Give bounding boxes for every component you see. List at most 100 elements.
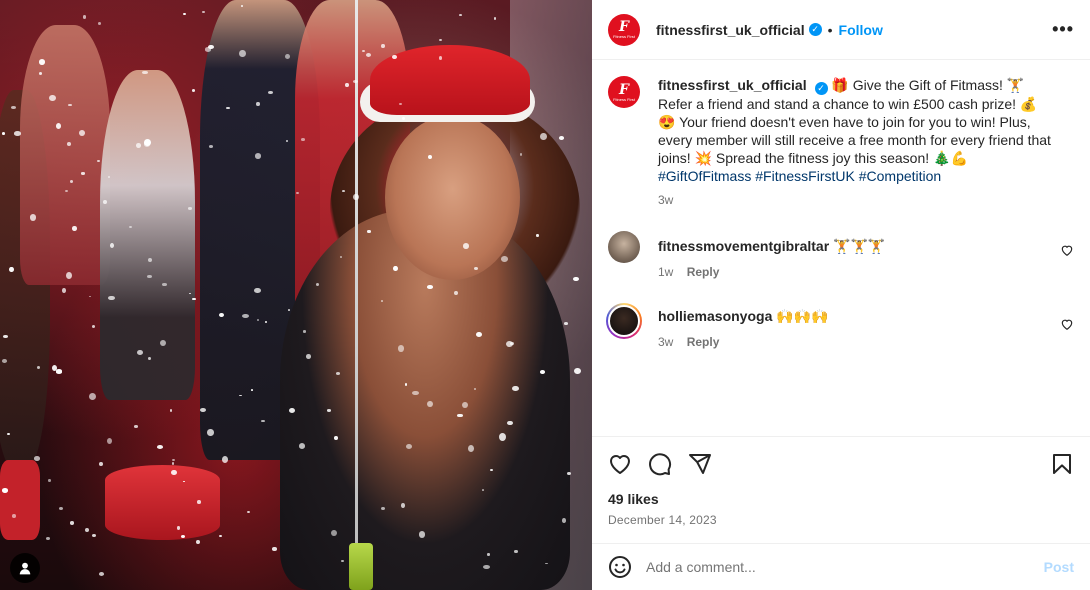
comment-like-heart-icon[interactable] (1060, 243, 1074, 257)
snow-flake (10, 105, 16, 110)
main-person-face (385, 115, 520, 280)
snow-flake (30, 214, 37, 221)
snow-flake (393, 265, 398, 272)
action-icons (608, 437, 1074, 491)
snow-flake (412, 390, 419, 396)
exercise-step (0, 460, 40, 540)
post-date[interactable]: December 14, 2023 (608, 513, 1074, 527)
snow-flake (13, 131, 21, 136)
snow-flake (66, 141, 72, 146)
snow-flake (439, 38, 442, 41)
account-avatar[interactable]: F Fitness First (608, 13, 640, 46)
logo-letter: F (619, 81, 629, 98)
snow-flake (49, 94, 56, 101)
snow-flake (335, 372, 340, 375)
snow-flake (107, 295, 115, 301)
hashtag-link[interactable]: #FitnessFirstUK (755, 168, 855, 184)
snow-flake (46, 537, 50, 541)
snow-flake (254, 153, 261, 159)
snow-flake (33, 455, 41, 462)
user-tag-icon[interactable] (10, 553, 40, 583)
comment-time[interactable]: 1w (658, 265, 673, 279)
comment-body: fitnessmovementgibraltar 🏋️🏋️🏋️ 1w Reply (658, 237, 1058, 281)
snow-flake (288, 407, 296, 414)
follow-button[interactable]: Follow (839, 22, 883, 38)
comment-time[interactable]: 3w (658, 335, 673, 349)
caption-avatar[interactable]: F Fitness First (608, 76, 640, 108)
snow-flake (160, 339, 167, 346)
snow-flake (365, 53, 371, 58)
snow-flake (71, 226, 77, 231)
snow-flake (353, 193, 359, 201)
snow-flake (381, 44, 385, 49)
logo-letter: F (619, 19, 629, 35)
emoji-icon[interactable] (608, 555, 632, 579)
separator-dot: • (827, 21, 833, 38)
snow-flake (36, 365, 41, 370)
snow-flake (493, 16, 497, 20)
snow-flake (272, 546, 277, 551)
snow-flake (171, 458, 176, 462)
snow-flake (254, 287, 261, 293)
snow-flake (97, 159, 100, 162)
snow-flake (221, 456, 229, 464)
snow-flake (564, 321, 569, 325)
comments-section[interactable]: F Fitness First fitnessfirst_uk_official… (592, 60, 1090, 436)
logo-text: Fitness First (613, 34, 635, 39)
snow-flake (48, 479, 51, 483)
comment-item: holliemasonyoga 🙌🙌🙌 3w Reply (606, 302, 1074, 351)
likes-count[interactable]: 49 likes (608, 491, 1074, 507)
snow-flake (69, 180, 73, 184)
hashtag-link[interactable]: #Competition (859, 168, 942, 184)
snow-flake (169, 408, 173, 412)
header-username[interactable]: fitnessfirst_uk_official (656, 22, 805, 38)
snow-flake (361, 50, 365, 52)
snow-flake (473, 266, 478, 271)
background-person (20, 25, 110, 285)
snow-flake (427, 400, 433, 407)
snow-flake (84, 527, 90, 533)
comment-text: 🏋️🏋️🏋️ (833, 237, 886, 254)
snow-flake (398, 345, 405, 352)
snow-flake (427, 154, 432, 159)
share-icon[interactable] (688, 452, 712, 476)
comment-icon[interactable] (648, 452, 672, 476)
comment-input[interactable] (646, 559, 1044, 575)
snow-flake (98, 571, 105, 576)
heart-icon[interactable] (608, 452, 632, 476)
snow-flake (461, 401, 468, 408)
snow-flake (182, 12, 186, 16)
comment-like-heart-icon[interactable] (1060, 317, 1074, 331)
caption-time[interactable]: 3w (658, 193, 673, 207)
post-comment-button[interactable]: Post (1044, 559, 1074, 575)
comment-username[interactable]: holliemasonyoga (658, 308, 772, 324)
snow-flake (89, 392, 97, 400)
snow-flake (459, 14, 462, 16)
snow-flake (514, 549, 518, 553)
comment-avatar (608, 304, 640, 337)
snow-flake (490, 468, 493, 471)
reply-button[interactable]: Reply (687, 265, 720, 279)
post-media-image[interactable] (0, 0, 592, 590)
snow-flake (81, 172, 85, 175)
snow-flake (463, 242, 470, 249)
snow-flake (257, 318, 260, 321)
add-comment-bar: Post (592, 543, 1090, 590)
comment-username[interactable]: fitnessmovementgibraltar (658, 238, 829, 254)
reply-button[interactable]: Reply (687, 335, 720, 349)
comment-avatar-story-ring[interactable] (606, 302, 642, 339)
bookmark-icon[interactable] (1050, 452, 1074, 476)
snow-flake (284, 53, 290, 59)
snow-flake (481, 489, 484, 491)
hashtag-link[interactable]: #GiftOfFitmass (658, 168, 751, 184)
snow-flake (204, 47, 212, 52)
comment-avatar[interactable] (608, 230, 640, 263)
rope-handle (349, 543, 373, 590)
snow-flake (191, 89, 195, 92)
caption-username[interactable]: fitnessfirst_uk_official (658, 77, 807, 93)
snow-flake (427, 285, 433, 289)
snow-flake (418, 531, 426, 538)
snow-flake (91, 325, 95, 329)
more-options-icon[interactable]: ••• (1052, 19, 1074, 40)
snow-flake (195, 539, 201, 544)
